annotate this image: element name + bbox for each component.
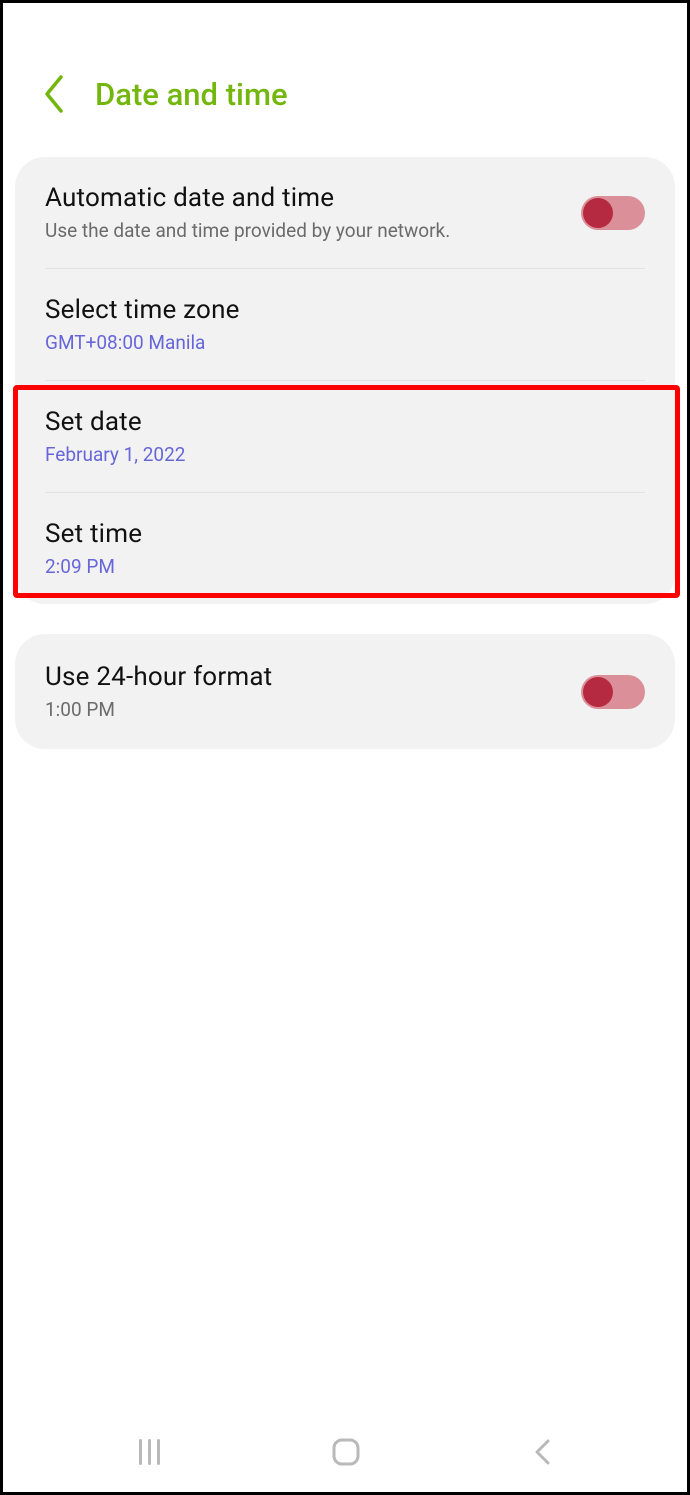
row-text: Select time zone GMT+08:00 Manila — [45, 295, 645, 354]
row-set-time[interactable]: Set time 2:09 PM — [15, 493, 675, 604]
settings-card-hourformat: Use 24-hour format 1:00 PM — [15, 634, 675, 749]
settings-card-datetime: Automatic date and time Use the date and… — [15, 157, 675, 604]
automatic-date-time-subtitle: Use the date and time provided by your n… — [45, 219, 565, 242]
automatic-date-time-title: Automatic date and time — [45, 183, 565, 213]
row-select-time-zone[interactable]: Select time zone GMT+08:00 Manila — [15, 269, 675, 380]
row-text: Use 24-hour format 1:00 PM — [45, 662, 565, 721]
android-nav-bar — [3, 1422, 687, 1492]
row-text: Automatic date and time Use the date and… — [45, 183, 565, 242]
row-set-date[interactable]: Set date February 1, 2022 — [15, 381, 675, 492]
hour-format-value: 1:00 PM — [45, 698, 565, 721]
page-title: Date and time — [95, 76, 288, 113]
automatic-date-time-toggle[interactable] — [581, 196, 645, 230]
home-button[interactable] — [331, 1437, 361, 1467]
nav-back-button[interactable] — [532, 1437, 552, 1467]
recents-button[interactable] — [139, 1439, 160, 1465]
set-time-title: Set time — [45, 519, 645, 549]
set-date-value: February 1, 2022 — [45, 443, 645, 466]
row-automatic-date-time[interactable]: Automatic date and time Use the date and… — [15, 157, 675, 268]
set-date-title: Set date — [45, 407, 645, 437]
hour-format-toggle[interactable] — [581, 675, 645, 709]
row-text: Set date February 1, 2022 — [45, 407, 645, 466]
select-time-zone-title: Select time zone — [45, 295, 645, 325]
back-icon[interactable] — [41, 73, 69, 115]
select-time-zone-value: GMT+08:00 Manila — [45, 331, 645, 354]
set-time-value: 2:09 PM — [45, 555, 645, 578]
row-text: Set time 2:09 PM — [45, 519, 645, 578]
row-24-hour-format[interactable]: Use 24-hour format 1:00 PM — [15, 634, 675, 749]
hour-format-title: Use 24-hour format — [45, 662, 565, 692]
screen-header: Date and time — [3, 3, 687, 145]
